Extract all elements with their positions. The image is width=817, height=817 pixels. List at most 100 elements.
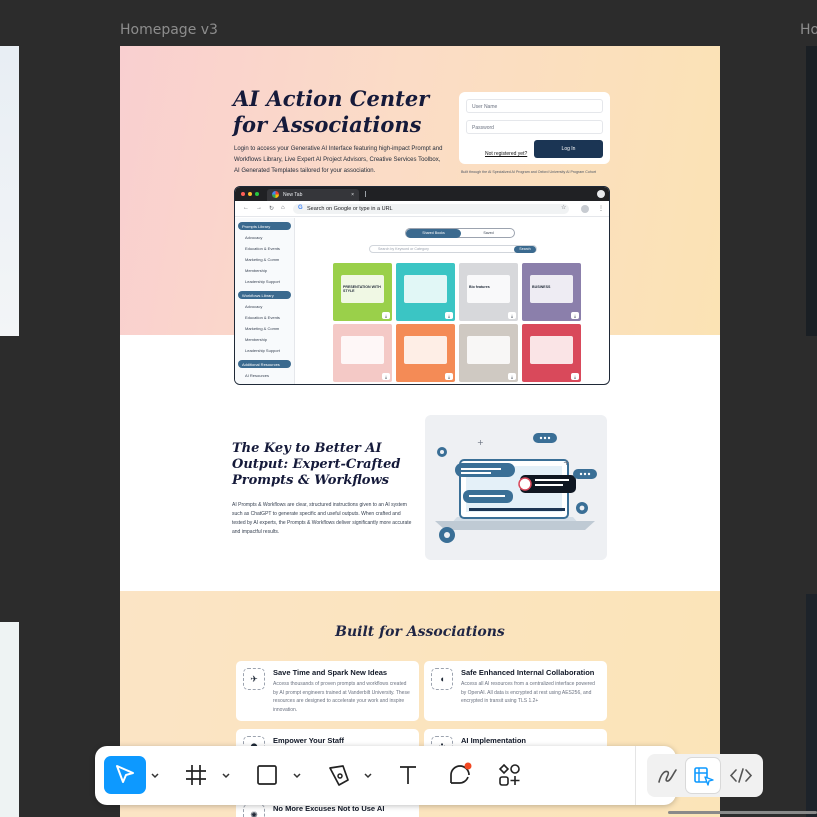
download-icon: ⤓	[508, 312, 516, 319]
feature-card: ✈ Save Time and Spark New Ideas Access tho…	[236, 661, 419, 721]
download-icon: ⤓	[571, 312, 579, 319]
browser-address-row: ← → ↻ ⌂ Search on Google or type in a UR…	[235, 201, 609, 217]
google-icon: G	[298, 205, 303, 211]
template-preview	[467, 336, 510, 364]
library-search: Search by Keyword or Category Search	[369, 245, 537, 253]
close-dot-icon	[241, 192, 245, 196]
minimize-dot-icon	[248, 192, 252, 196]
template-card: ⤓	[396, 263, 455, 321]
chevron-down-icon[interactable]	[363, 772, 373, 780]
canvas-right-frame-label[interactable]: Ho	[800, 22, 817, 38]
left-frame-top[interactable]	[0, 46, 19, 336]
draw-mode-button[interactable]	[650, 758, 684, 793]
hero-description: Login to access your Generative AI Inter…	[234, 146, 443, 174]
feature-card-title: Save Time and Spark New Ideas	[273, 668, 388, 677]
library-search-placeholder: Search by Keyword or Category	[378, 247, 429, 251]
chevron-down-icon[interactable]	[292, 772, 302, 780]
sidebar-item: Advocacy	[245, 304, 263, 309]
svg-text:+: +	[563, 458, 570, 467]
template-preview	[404, 336, 447, 364]
address-bar: Search on Google or type in a URL	[293, 204, 569, 214]
reload-icon: ↻	[269, 206, 275, 212]
chevron-down-icon[interactable]	[221, 772, 231, 780]
browser-tab-bar: New Tab ×	[235, 187, 609, 201]
template-card: BUSINESS ⤓	[522, 263, 581, 321]
right-frame-top[interactable]	[806, 46, 817, 336]
actions-tool-button[interactable]	[491, 756, 529, 794]
sidebar-item: Membership	[245, 337, 268, 342]
download-icon: ⤓	[382, 373, 390, 380]
feature-card-title: Empower Your Staff	[273, 736, 344, 745]
right-frame-bottom[interactable]	[806, 594, 817, 817]
toolbar-divider	[635, 746, 636, 805]
pen-tool-button[interactable]	[319, 756, 357, 794]
sidebar-item: Education & Events	[245, 315, 280, 320]
tab-close-icon: ×	[351, 192, 354, 198]
forward-icon: →	[256, 205, 262, 211]
template-card: ⤓	[459, 324, 518, 382]
browser-tab: New Tab ×	[267, 189, 359, 201]
toggle-saved: Saved	[483, 231, 494, 235]
design-mode-button[interactable]	[686, 758, 720, 793]
horizontal-scrollbar[interactable]	[668, 811, 817, 814]
toggle-shared: Shared Books	[406, 229, 461, 238]
template-label: Bio features	[469, 285, 490, 289]
frame-tool-button[interactable]	[177, 756, 215, 794]
code-icon	[729, 768, 753, 783]
download-icon: ⤓	[445, 312, 453, 319]
bookmark-star-icon: ☆	[561, 205, 567, 211]
mode-switcher	[647, 754, 763, 797]
browser-sidebar: Prompts Library Advocacy Education & Event…	[235, 218, 295, 384]
back-icon: ←	[243, 205, 249, 211]
feature-card: ◖ Safe Enhanced Internal Collaboration Acc…	[424, 661, 607, 721]
template-card: PRESENTATION WITH STYLE ⤓	[333, 263, 392, 321]
sidebar-item: Membership	[245, 268, 268, 273]
actions-icon	[498, 763, 520, 786]
cursor-icon	[116, 765, 134, 783]
chevron-down-icon[interactable]	[150, 772, 160, 780]
built-section-title: Built for Associations	[335, 624, 505, 640]
template-label: PRESENTATION WITH STYLE	[343, 285, 381, 293]
hero-title: AI Action Center for Associations	[233, 86, 430, 137]
canvas-frame-label[interactable]: Homepage v3	[120, 22, 218, 38]
left-frame-bottom[interactable]	[0, 622, 19, 817]
browser-tab-title: New Tab	[283, 192, 303, 198]
rectangle-icon	[257, 765, 277, 785]
feature-card-title: AI Implementation	[461, 736, 527, 745]
move-tool-button[interactable]	[104, 756, 146, 794]
register-link[interactable]: Not registered yet?	[485, 151, 527, 157]
sidebar-item: AI Resources	[245, 373, 270, 378]
download-icon: ⤓	[508, 373, 516, 380]
download-icon: ⤓	[382, 312, 390, 319]
login-card: User Name Password Not registered yet? L…	[459, 92, 610, 164]
dev-mode-button[interactable]	[724, 758, 758, 793]
comment-tool-button[interactable]	[440, 756, 478, 794]
chrome-icon	[272, 191, 279, 198]
text-tool-button[interactable]	[389, 756, 427, 794]
design-toolbar	[95, 746, 763, 805]
sidebar-group: Prompts Library	[238, 222, 291, 230]
library-toggle: Shared Books Saved	[405, 228, 515, 238]
template-label: BUSINESS	[532, 285, 551, 289]
svg-text:+: +	[477, 438, 484, 447]
sidebar-item: Leadership Support	[245, 279, 280, 284]
home-icon: ⌂	[281, 205, 285, 211]
sidebar-item: Marketing & Comm	[245, 326, 280, 331]
spark-icon: ✺	[243, 804, 265, 817]
sidebar-item: Education & Events	[245, 246, 280, 251]
login-button[interactable]: Log In	[534, 140, 603, 158]
pen-icon	[329, 765, 349, 786]
homepage-frame[interactable]: AI Action Center for Associations Login …	[120, 46, 720, 817]
feature-card-description: Access thousands of proven prompts and w…	[273, 681, 410, 713]
sidebar-group: Additional Resources	[238, 360, 291, 368]
template-preview	[530, 275, 573, 303]
rocket-icon: ✈	[243, 668, 265, 690]
key-section-description: AI Prompts & Workflows are clear, struct…	[232, 502, 412, 535]
password-field[interactable]: Password	[466, 120, 603, 134]
feature-card-title: Safe Enhanced Internal Collaboration	[461, 668, 595, 677]
shape-tool-button[interactable]	[248, 756, 286, 794]
template-card: ⤓	[522, 324, 581, 382]
username-field[interactable]: User Name	[466, 99, 603, 113]
sidebar-group: Workflows Library	[238, 291, 291, 299]
feature-card-description: Access all AI resources from a centraliz…	[461, 681, 595, 704]
